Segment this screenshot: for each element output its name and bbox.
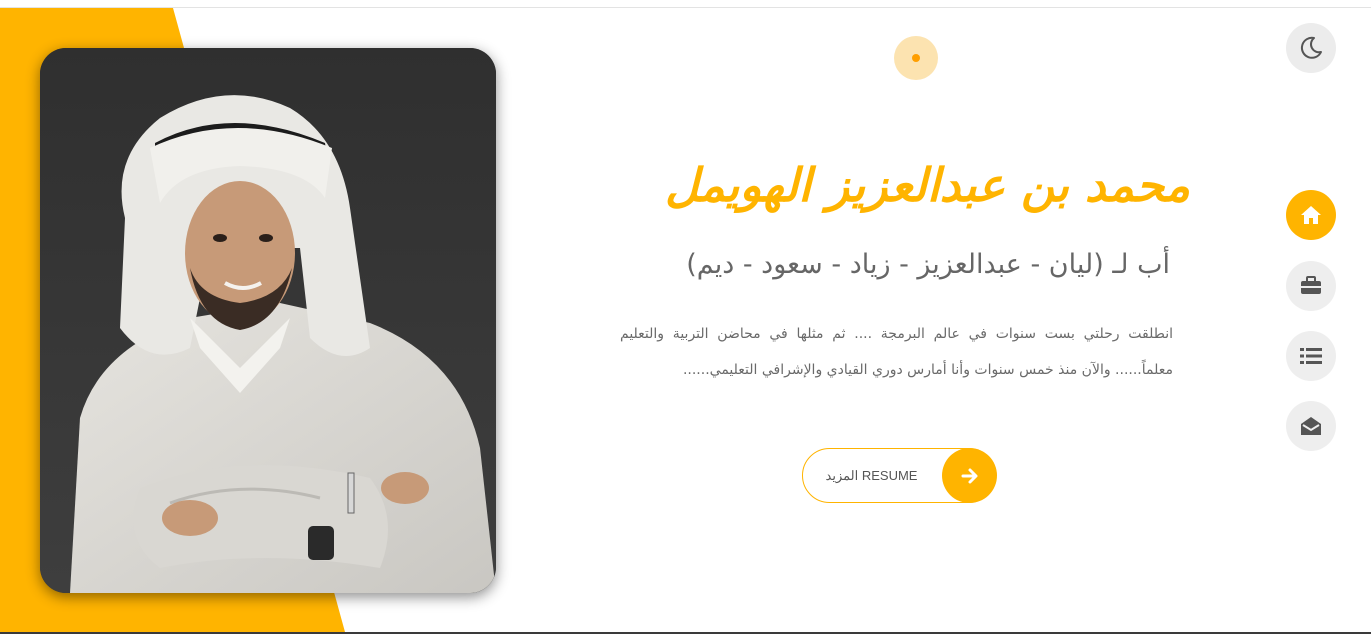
more-resume-label: المزيد RESUME: [825, 468, 918, 483]
arrow-right-icon: [942, 448, 997, 503]
decorative-dot-center: [912, 54, 920, 62]
profile-photo: [40, 48, 496, 593]
home-icon: [1301, 206, 1321, 224]
more-resume-button[interactable]: المزيد RESUME: [802, 448, 997, 503]
nav-home-button[interactable]: [1286, 190, 1336, 240]
nav-portfolio-button[interactable]: [1286, 261, 1336, 311]
theme-toggle-button[interactable]: [1286, 23, 1336, 73]
nav-list-button[interactable]: [1286, 331, 1336, 381]
envelope-open-icon: [1301, 417, 1321, 435]
briefcase-icon: [1301, 276, 1321, 294]
moon-icon: [1300, 36, 1322, 59]
top-divider: [0, 7, 1371, 8]
hero-name: محمد بن عبدالعزيز الهويمل: [665, 158, 1190, 212]
nav-contact-button[interactable]: [1286, 401, 1336, 451]
hero-bio: انطلقت رحلتي بست سنوات في عالم البرمجة .…: [620, 326, 1173, 378]
list-icon: [1300, 348, 1322, 364]
decorative-dot: [894, 36, 938, 80]
hero-subtitle: أب لـ (ليان - عبدالعزيز - زياد - سعود - …: [686, 249, 1170, 280]
